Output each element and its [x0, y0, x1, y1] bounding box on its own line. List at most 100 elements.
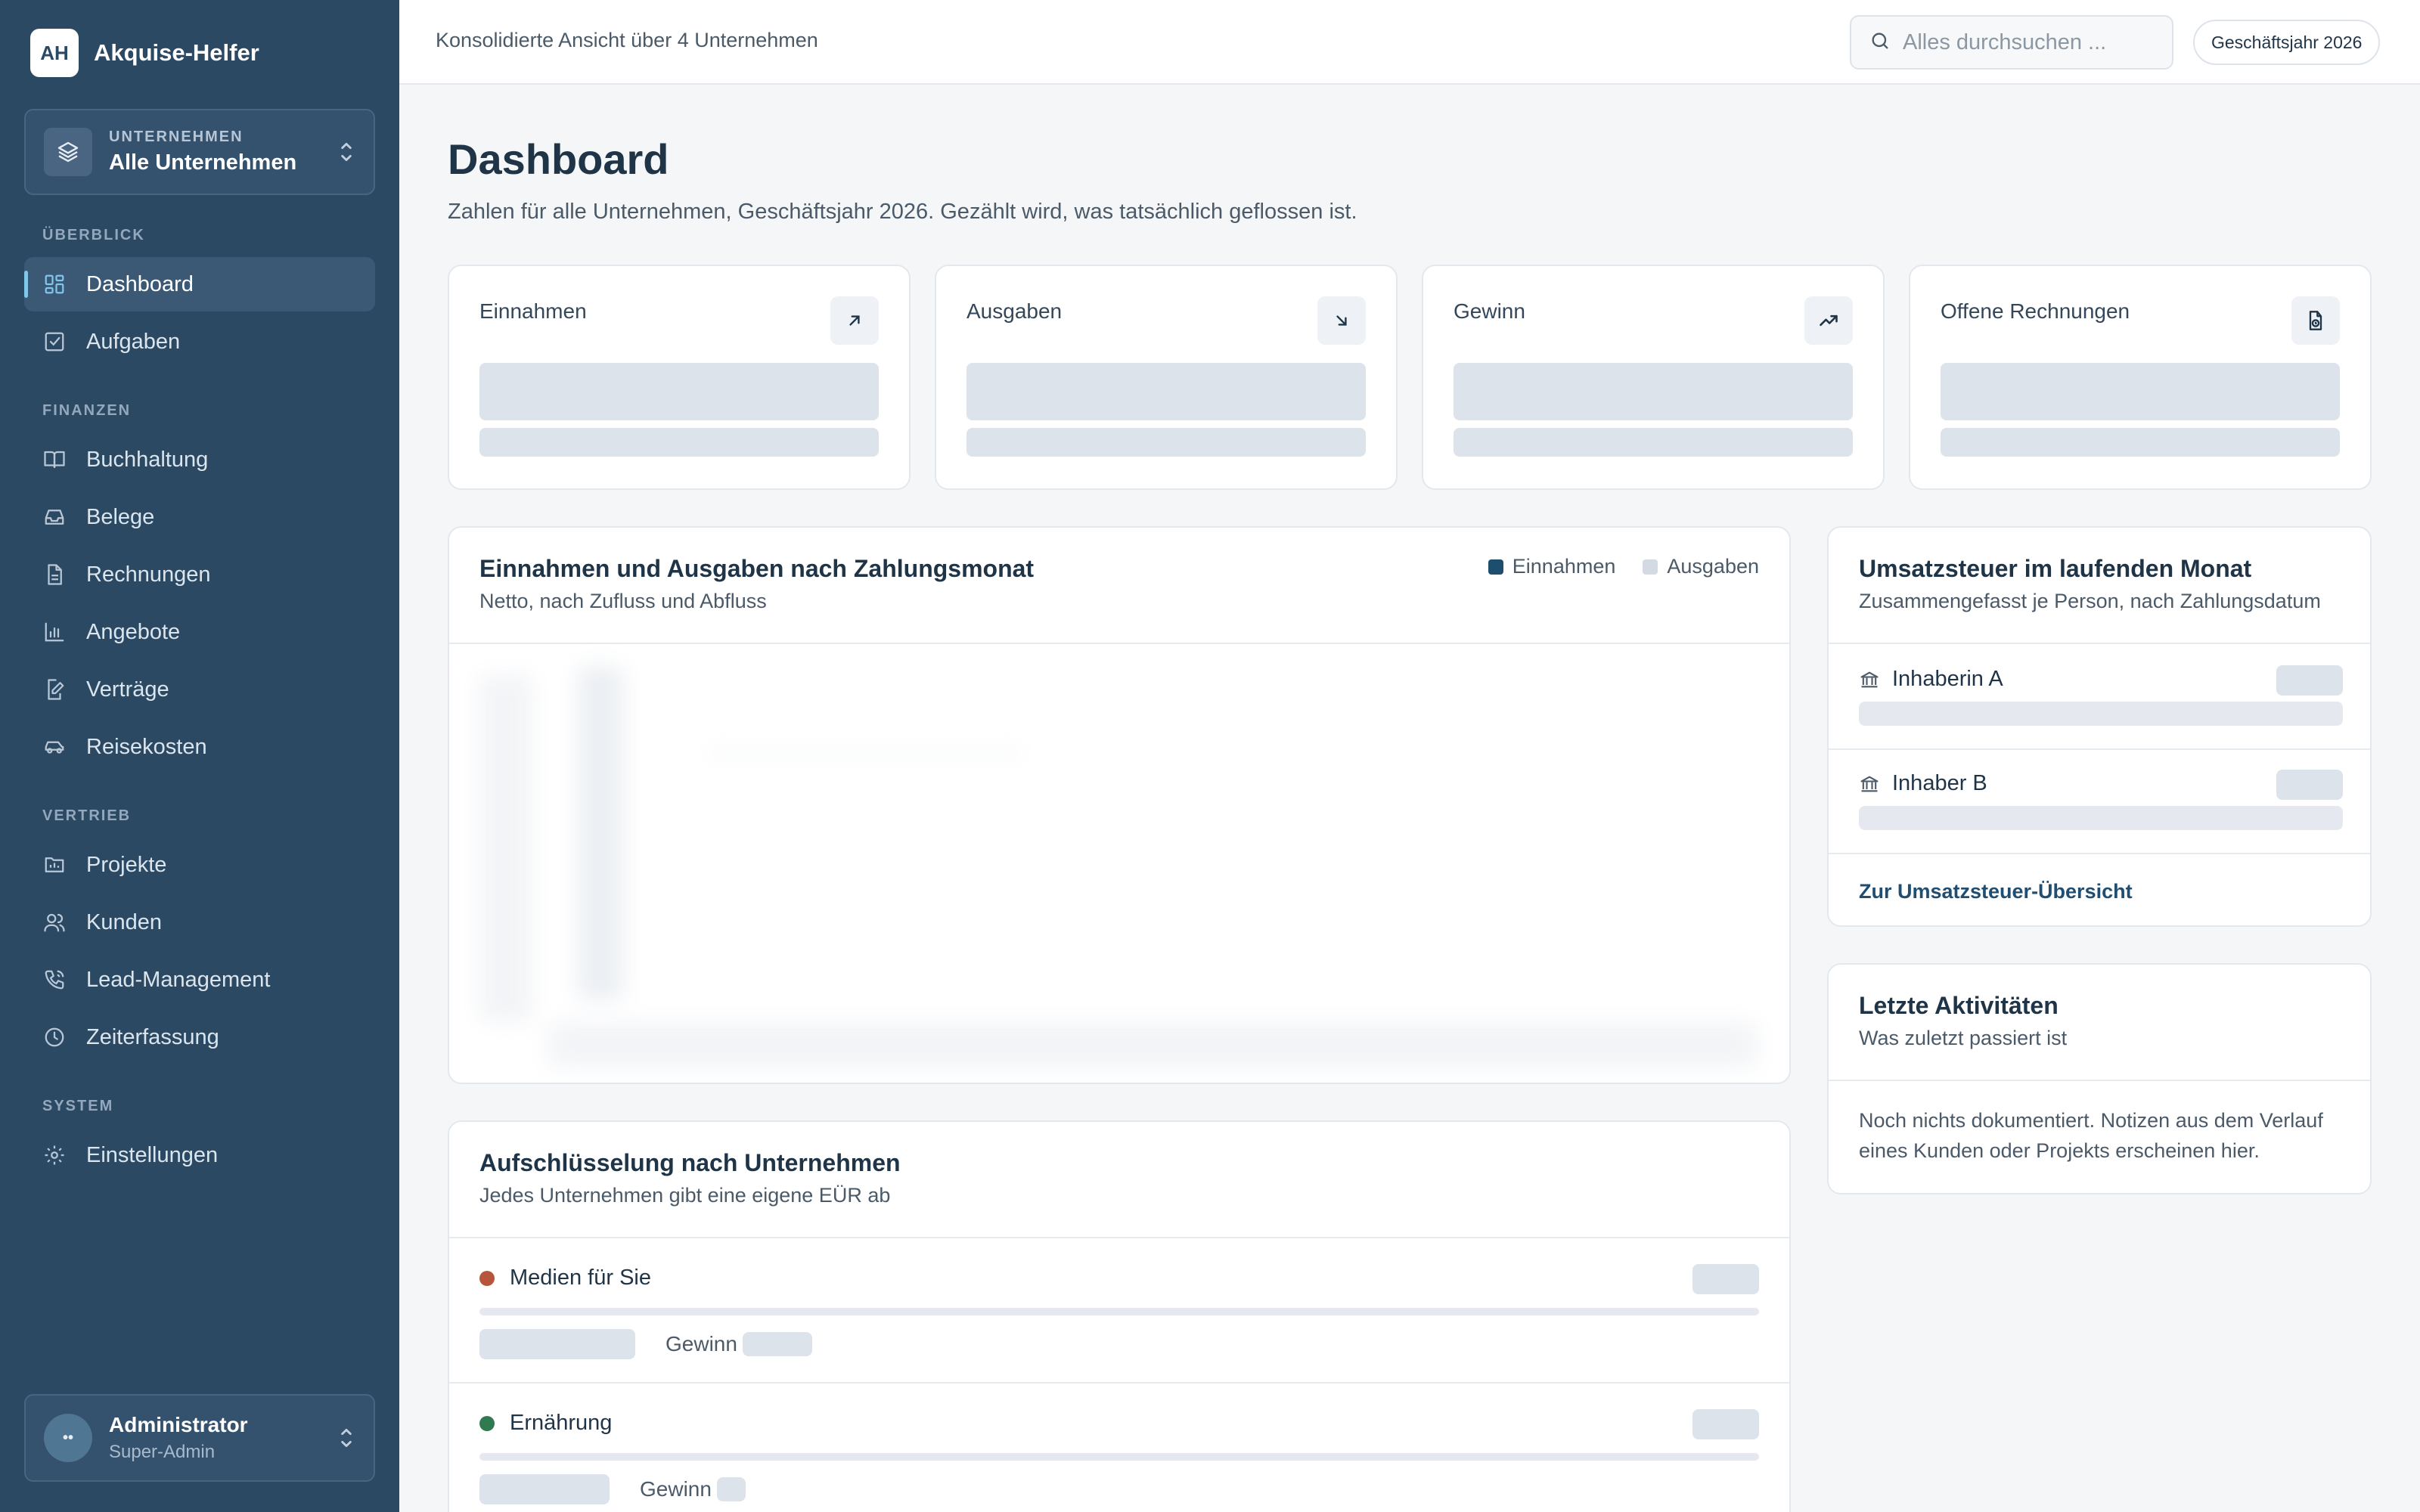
kpi-value-placeholder: [479, 363, 879, 420]
company-revenue-placeholder: [479, 1329, 635, 1359]
invoice-clock-icon: [2291, 296, 2340, 345]
nav-item-zeiterfassung[interactable]: Zeiterfassung: [24, 1010, 375, 1064]
kpi-label: Offene Rechnungen: [1941, 299, 2130, 323]
nav-item-dashboard[interactable]: Dashboard: [24, 257, 375, 311]
activity-card-title: Letzte Aktivitäten: [1859, 992, 2059, 1019]
legend-label: Ausgaben: [1667, 555, 1759, 578]
sidebar: AH Akquise-Helfer UNTERNEHMEN Alle Unter…: [0, 0, 399, 1512]
company-profit-placeholder: [743, 1332, 812, 1356]
topbar: Konsolidierte Ansicht über 4 Unternehmen…: [399, 0, 2420, 85]
inbox-icon: [42, 505, 67, 529]
nav-item-angebote[interactable]: Angebote: [24, 605, 375, 659]
nav-section-sales: VERTRIEB: [42, 807, 132, 824]
company-name: Medien für Sie: [510, 1266, 651, 1290]
kpi-subtext-placeholder: [479, 428, 879, 457]
divider: [1829, 643, 2370, 644]
company-bar-placeholder: [479, 1308, 1759, 1315]
search-input[interactable]: [1903, 29, 2160, 55]
company-color-dot: [479, 1415, 495, 1431]
nav-label: Kunden: [86, 909, 162, 934]
kpi-subtext-placeholder: [1941, 428, 2340, 457]
nav-label: Belege: [86, 504, 155, 529]
bar-chart-icon: [42, 620, 67, 644]
activity-card: Letzte Aktivitäten Was zuletzt passiert …: [1827, 963, 2372, 1194]
task-check-icon: [42, 330, 67, 354]
kpi-label: Ausgaben: [966, 299, 1063, 323]
nav-label: Reisekosten: [86, 734, 207, 759]
vat-bar-placeholder: [1859, 702, 2343, 726]
kpi-subtext-placeholder: [1454, 428, 1853, 457]
activity-empty-text: Noch nichts dokumentiert. Notizen aus de…: [1859, 1109, 2323, 1162]
gear-icon: [42, 1143, 67, 1167]
page-title: Dashboard: [448, 135, 669, 183]
document-icon: [42, 562, 67, 587]
legend-item-ausgaben[interactable]: Ausgaben: [1643, 555, 1759, 578]
nav-item-buchhaltung[interactable]: Buchhaltung: [24, 432, 375, 487]
nav-item-projekte[interactable]: Projekte: [24, 838, 375, 892]
nav-item-reisekosten[interactable]: Reisekosten: [24, 720, 375, 774]
nav-section-system: SYSTEM: [42, 1098, 114, 1114]
activity-card-subtitle: Was zuletzt passiert ist: [1859, 1027, 2068, 1049]
kpi-card-ausgaben: Ausgaben: [935, 265, 1398, 490]
divider: [449, 1382, 1789, 1383]
vat-amount-placeholder: [2276, 770, 2343, 800]
bank-icon: [1859, 669, 1880, 690]
phone-icon: [42, 968, 67, 992]
kpi-card-gewinn: Gewinn: [1422, 265, 1885, 490]
vat-bar-placeholder: [1859, 806, 2343, 830]
company-breakdown-card: Aufschlüsselung nach Unternehmen Jedes U…: [448, 1120, 1791, 1512]
user-role: Super-Admin: [109, 1442, 216, 1462]
topbar-title: Konsolidierte Ansicht über 4 Unternehmen: [436, 29, 818, 51]
nav-item-einstellungen[interactable]: Einstellungen: [24, 1128, 375, 1182]
arrow-up-right-icon: [830, 296, 879, 345]
dashboard-icon: [42, 272, 67, 296]
company-profit-placeholder: [717, 1477, 746, 1501]
nav-label: Zeiterfassung: [86, 1024, 219, 1049]
company-switcher[interactable]: UNTERNEHMEN Alle Unternehmen: [24, 109, 375, 195]
nav-item-lead-management[interactable]: Lead-Management: [24, 953, 375, 1007]
company-bar-placeholder: [479, 1453, 1759, 1461]
divider: [1829, 1080, 2370, 1081]
fiscal-year-selector[interactable]: Geschäftsjahr 2026: [2193, 20, 2381, 65]
chevron-up-down-icon: [337, 1426, 355, 1450]
kpi-subtext-placeholder: [966, 428, 1366, 457]
legend-item-einnahmen[interactable]: Einnahmen: [1488, 555, 1615, 578]
nav-label: Einstellungen: [86, 1142, 219, 1167]
clock-icon: [42, 1025, 67, 1049]
company-row[interactable]: Ernährung: [479, 1411, 612, 1436]
chart-card-subtitle: Netto, nach Zufluss und Abfluss: [479, 590, 767, 612]
page-subtitle: Zahlen für alle Unternehmen, Geschäftsja…: [448, 200, 1357, 224]
book-icon: [42, 448, 67, 472]
contract-edit-icon: [42, 677, 67, 702]
nav-label: Verträge: [86, 677, 169, 702]
search-box[interactable]: [1850, 15, 2173, 70]
users-icon: [42, 910, 67, 934]
kpi-label: Einnahmen: [479, 299, 587, 323]
nav-item-vertraege[interactable]: Verträge: [24, 662, 375, 717]
nav-item-rechnungen[interactable]: Rechnungen: [24, 547, 375, 602]
brand[interactable]: AH Akquise-Helfer: [30, 29, 259, 77]
arrow-down-right-icon: [1317, 296, 1366, 345]
bank-icon: [1859, 773, 1880, 795]
vat-person-row: Inhaberin A: [1859, 667, 2003, 692]
divider: [449, 1237, 1789, 1238]
vat-person-row: Inhaber B: [1859, 771, 1987, 796]
vat-amount-placeholder: [2276, 665, 2343, 696]
nav-item-belege[interactable]: Belege: [24, 490, 375, 544]
nav-label: Projekte: [86, 852, 167, 877]
avatar: ••: [44, 1414, 92, 1462]
nav-label: Dashboard: [86, 271, 194, 296]
kpi-value-placeholder: [1454, 363, 1853, 420]
gewinn-label: Gewinn: [640, 1477, 712, 1501]
vat-card-title: Umsatzsteuer im laufenden Monat: [1859, 555, 2252, 582]
nav-item-kunden[interactable]: Kunden: [24, 895, 375, 950]
company-row[interactable]: Medien für Sie: [479, 1266, 651, 1290]
vat-overview-link[interactable]: Zur Umsatzsteuer-Übersicht: [1859, 880, 2133, 903]
divider: [1829, 853, 2370, 854]
trending-up-icon: [1804, 296, 1853, 345]
nav-item-aufgaben[interactable]: Aufgaben: [24, 314, 375, 369]
income-expense-chart-card: Einnahmen und Ausgaben nach Zahlungsmona…: [448, 526, 1791, 1084]
company-color-dot: [479, 1270, 495, 1286]
user-menu[interactable]: •• Administrator Super-Admin: [24, 1394, 375, 1482]
company-amount-placeholder: [1692, 1409, 1759, 1439]
